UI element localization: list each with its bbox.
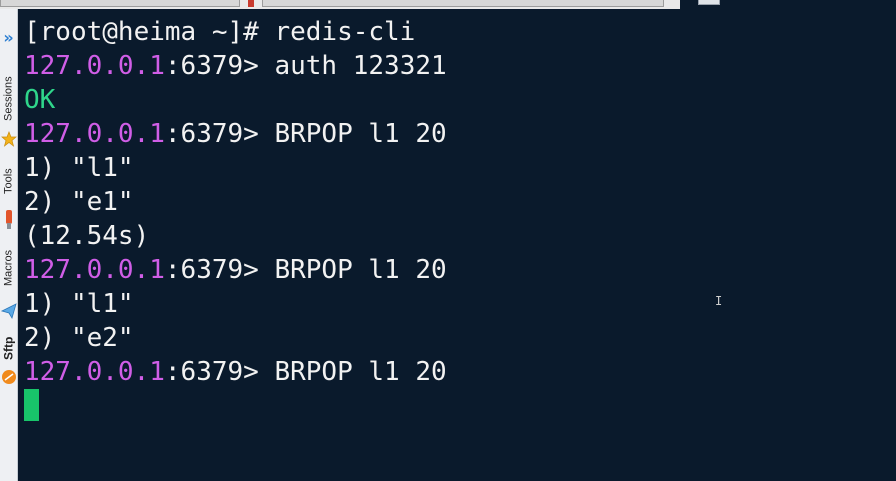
terminal-line: 2) "e1" [24, 187, 134, 217]
sftp-arrow-icon [0, 302, 17, 324]
dock-tab-tools[interactable]: Tools [0, 155, 17, 207]
terminal-line: (12.54s) [24, 221, 150, 251]
dock-tab-macros[interactable]: Macros [0, 235, 17, 301]
terminal-line: 2) "e2" [24, 323, 134, 353]
dock-label-macros: Macros [2, 249, 15, 287]
prompt-ip: 127.0.0.1 [24, 51, 165, 81]
side-dock: » Sessions Tools Macros Sftp [0, 9, 18, 481]
expand-icon[interactable]: » [0, 27, 17, 49]
sftp-icon [0, 368, 17, 390]
tools-icon [0, 208, 17, 232]
session-tab[interactable] [262, 0, 664, 7]
prompt-ip: 127.0.0.1 [24, 357, 165, 387]
session-tab[interactable] [0, 0, 240, 7]
dock-label-sftp: Sftp [1, 336, 16, 360]
terminal-line: 127.0.0.1:6379> BRPOP l1 20 [24, 355, 447, 389]
terminal-cursor [24, 389, 39, 421]
window-tab-strip [0, 0, 896, 10]
dock-tab-sessions[interactable]: Sessions [0, 66, 17, 132]
star-icon [0, 131, 17, 151]
dock-tab-sftp[interactable]: Sftp [0, 327, 17, 369]
terminal-line: 127.0.0.1:6379> auth 123321 [24, 49, 447, 83]
terminal-line: 1) "l1" [24, 289, 134, 319]
prompt-ip: 127.0.0.1 [24, 255, 165, 285]
terminal-output[interactable]: [root@heima ~]# redis-cli 127.0.0.1:6379… [18, 9, 896, 481]
dock-label-tools: Tools [2, 168, 15, 194]
dock-label-sessions: Sessions [2, 76, 15, 122]
tab-status-icon [248, 0, 254, 7]
prompt-ip: 127.0.0.1 [24, 119, 165, 149]
terminal-line: 127.0.0.1:6379> BRPOP l1 20 [24, 117, 447, 151]
window-button[interactable] [698, 0, 720, 5]
terminal-line: 1) "l1" [24, 153, 134, 183]
prompt-command: :6379> auth 123321 [164, 51, 447, 81]
mouse-ibeam-cursor: I [715, 294, 723, 308]
terminal-line: 127.0.0.1:6379> BRPOP l1 20 [24, 253, 447, 287]
prompt-command: :6379> BRPOP l1 20 [164, 357, 447, 387]
terminal-line: OK [24, 85, 56, 115]
terminal-line: [root@heima ~]# redis-cli [24, 17, 416, 47]
prompt-command: :6379> BRPOP l1 20 [164, 255, 447, 285]
prompt-command: :6379> BRPOP l1 20 [164, 119, 447, 149]
